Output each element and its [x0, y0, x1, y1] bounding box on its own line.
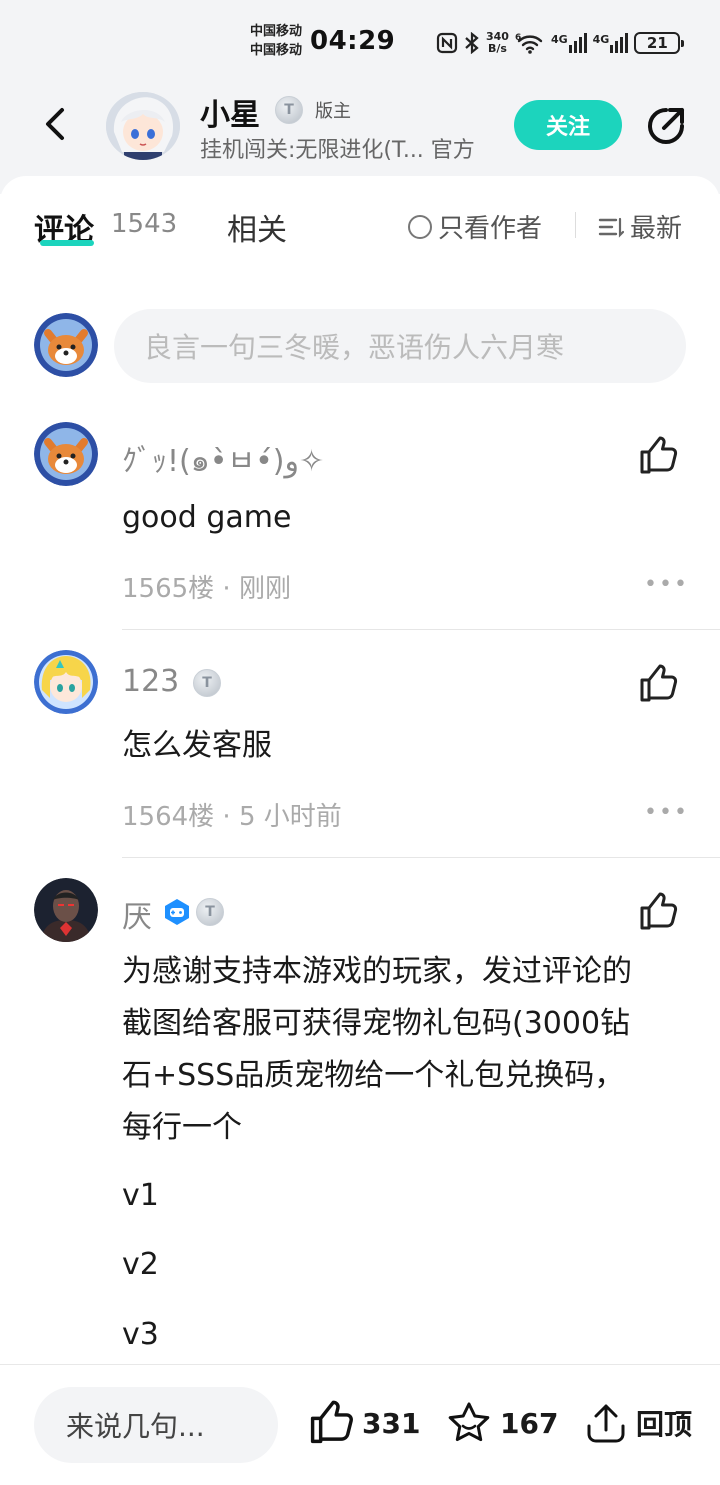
game-subtitle[interactable]: 挂机闯关:无限进化(T... 官方: [200, 132, 475, 164]
wifi-icon: 6: [515, 33, 543, 54]
commenter-avatar[interactable]: [34, 422, 98, 486]
star-icon: [448, 1402, 490, 1442]
favorite-button[interactable]: 167: [446, 1400, 558, 1446]
net-type-2: 4G: [592, 33, 610, 46]
back-to-top-button[interactable]: 回顶: [584, 1400, 692, 1446]
my-avatar: [34, 313, 98, 377]
code-line: v1: [122, 1178, 159, 1213]
sort-icon: [598, 217, 624, 238]
floor-number: 1565楼: [122, 574, 215, 604]
bluetooth-icon: [465, 32, 479, 54]
comment-meta: 1565楼 · 刚刚: [122, 574, 291, 604]
dark-warrior-avatar-icon: [34, 878, 98, 942]
comment-text: 怎么发客服: [122, 728, 272, 763]
more-options-icon[interactable]: •••: [644, 572, 689, 597]
author-avatar[interactable]: [106, 92, 180, 160]
comment-divider: [122, 857, 720, 858]
clock: 04:29: [310, 26, 396, 56]
more-options-icon[interactable]: •••: [644, 800, 689, 825]
like-post-button[interactable]: 331: [308, 1400, 420, 1446]
comment-line: 截图给客服可获得宠物礼包码(3000钻: [122, 1006, 631, 1041]
carrier-2: 中国移动: [250, 43, 303, 58]
shiba-avatar-icon: [34, 422, 98, 486]
comment-text: good game: [122, 500, 292, 535]
back-arrow-icon[interactable]: [36, 104, 76, 144]
author-name: 小星: [200, 98, 260, 133]
signal-bars-icon: [610, 33, 629, 53]
comment-line: 为感谢支持本游戏的玩家，发过评论的: [122, 954, 632, 989]
anime-avatar-icon: [106, 92, 180, 160]
divider: [575, 212, 576, 238]
like-count: 331: [362, 1406, 421, 1440]
shiba-avatar-icon: [34, 313, 98, 377]
comment-line: 每行一个: [122, 1110, 242, 1145]
battery-indicator: 21: [634, 32, 685, 54]
floor-number: 1564楼: [122, 802, 215, 832]
tab-related[interactable]: 相关: [227, 205, 287, 249]
like-icon[interactable]: [638, 892, 678, 932]
thumb-up-icon: [310, 1400, 353, 1444]
status-icons: 340 B/s 6 4G 4G 21: [436, 28, 685, 58]
active-tab-indicator: [40, 240, 94, 246]
comments-count: 1543: [111, 209, 178, 239]
gamepad-badge-icon: [165, 899, 189, 925]
comment-line: 石+SSS品质宠物给一个礼包兑换码，: [122, 1058, 625, 1093]
back-to-top-label: 回顶: [636, 1408, 693, 1441]
commenter-name[interactable]: 厌: [122, 892, 152, 936]
comment-time: 刚刚: [238, 574, 291, 604]
sort-toggle[interactable]: 最新: [598, 208, 682, 245]
only-author-label: 只看作者: [438, 214, 543, 244]
reply-input[interactable]: 来说几句...: [34, 1387, 278, 1463]
anime-girl-avatar-icon: [34, 650, 98, 714]
level-badge-icon: T: [193, 669, 221, 697]
comment-divider: [122, 629, 720, 630]
sort-label: 最新: [630, 214, 683, 244]
share-icon[interactable]: [642, 102, 690, 150]
comment-input[interactable]: 良言一句三冬暖，恶语伤人六月寒: [114, 309, 686, 383]
commenter-name[interactable]: ｸﾞｯ!(๑•̀ㅂ•́)و✧: [122, 436, 324, 485]
radio-icon: [408, 214, 432, 239]
commenter-name[interactable]: 123: [122, 664, 179, 699]
nfc-icon: [436, 32, 458, 54]
role-label: 版主: [315, 101, 351, 122]
carrier-1: 中国移动: [250, 24, 303, 39]
commenter-avatar[interactable]: [34, 878, 98, 942]
favorite-count: 167: [500, 1406, 559, 1440]
code-line: v2: [122, 1247, 159, 1282]
signal-1: 4G: [551, 33, 587, 53]
comment-time: 5 小时前: [238, 802, 342, 832]
carrier-labels: 中国移动 中国移动: [250, 22, 302, 60]
net-type-1: 4G: [550, 33, 568, 46]
speed-unit: B/s: [488, 42, 507, 55]
only-author-toggle[interactable]: 只看作者: [408, 208, 542, 245]
level-badge-icon: T: [196, 898, 224, 926]
like-icon[interactable]: [638, 436, 678, 476]
signal-2: 4G: [593, 33, 629, 53]
signal-bars-icon: [568, 33, 587, 53]
like-icon[interactable]: [638, 664, 678, 704]
level-badge-icon: T: [275, 96, 303, 124]
net-speed: 340 B/s: [486, 31, 509, 55]
upload-arrow-icon: [587, 1404, 625, 1443]
code-line: v3: [122, 1317, 159, 1352]
comment-meta: 1564楼 · 5 小时前: [122, 802, 342, 832]
commenter-avatar[interactable]: [34, 650, 98, 714]
follow-button[interactable]: 关注: [514, 100, 622, 150]
comment-text: 为感谢支持本游戏的玩家，发过评论的 截图给客服可获得宠物礼包码(3000钻 石+…: [122, 946, 702, 1154]
